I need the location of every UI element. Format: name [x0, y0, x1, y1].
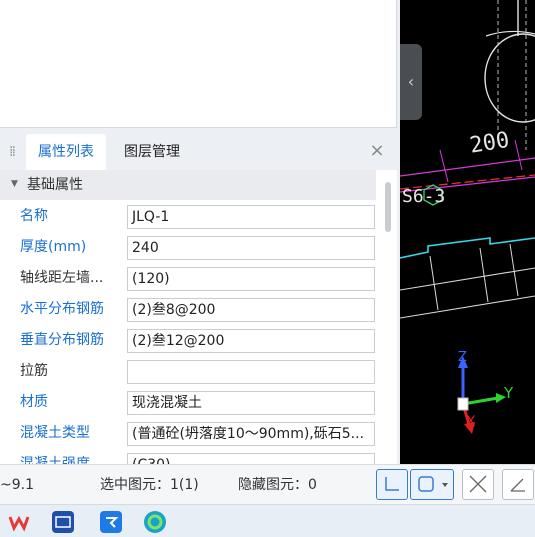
property-value-field[interactable]: 现浇混凝土: [127, 391, 375, 415]
property-row-concrete-strength[interactable]: 混凝土强度 (C30): [0, 449, 376, 464]
property-value-field[interactable]: JLQ-1: [127, 205, 375, 229]
wps-icon[interactable]: [8, 511, 30, 533]
taskbar: [0, 504, 535, 537]
property-label: 名称: [20, 208, 48, 224]
cad-app-icon[interactable]: [52, 511, 74, 533]
property-label: 混凝土强度: [20, 456, 90, 464]
property-value-field[interactable]: (2)叁12@200: [127, 329, 375, 353]
property-label: 垂直分布钢筋: [20, 332, 104, 348]
tab-property-list[interactable]: 属性列表: [26, 134, 106, 170]
panel-tab-bar: ⁞⁞ 属性列表 图层管理 ×: [0, 134, 397, 170]
drag-handle-icon[interactable]: ⁞⁞: [9, 143, 19, 161]
close-icon[interactable]: ×: [369, 142, 385, 160]
property-label: 厚度(mm): [20, 239, 87, 255]
axis-x-label: X: [466, 414, 476, 430]
group-label: 基础属性: [27, 177, 83, 193]
left-panel: ⁞⁞ 属性列表 图层管理 × ▼ 基础属性 名称 JLQ-1 厚度(mm) 24…: [0, 0, 400, 464]
upper-panel-area: [0, 0, 397, 128]
tab-layer-management[interactable]: 图层管理: [112, 134, 192, 170]
axis-label: S6-3: [402, 186, 446, 207]
property-row-thickness[interactable]: 厚度(mm) 240: [0, 232, 376, 263]
axis-y-label: Y: [504, 384, 514, 402]
property-row-axis-offset[interactable]: 轴线距左墙... (120): [0, 263, 376, 294]
app-window: ⁞⁞ 属性列表 图层管理 × ▼ 基础属性 名称 JLQ-1 厚度(mm) 24…: [0, 0, 535, 537]
group-basic-properties[interactable]: ▼ 基础属性: [0, 170, 376, 200]
property-row-vertical-rebar[interactable]: 垂直分布钢筋 (2)叁12@200: [0, 325, 376, 356]
status-bar: ~9.1 选中图元：1(1) 隐藏图元：0: [0, 464, 535, 504]
cross-icon: [469, 475, 487, 493]
property-value-field[interactable]: (C30): [127, 453, 375, 464]
snap-icon: [418, 476, 448, 492]
property-label: 材质: [20, 394, 48, 410]
property-label: 混凝土类型: [20, 425, 90, 441]
collapse-triangle-icon[interactable]: ▼: [11, 179, 18, 189]
ortho-icon: [385, 477, 399, 491]
property-value-field[interactable]: (2)叁8@200: [127, 298, 375, 322]
snap-mode-dropdown[interactable]: [410, 469, 454, 500]
property-row-concrete-type[interactable]: 混凝土类型 (普通砼(坍落度10～90mm),砾石5...: [0, 418, 376, 449]
coordinate-readout: ~9.1: [0, 477, 34, 493]
axis-z-label: Z: [458, 350, 467, 365]
collapse-panel-button[interactable]: ‹: [400, 44, 422, 120]
ortho-mode-button[interactable]: [376, 469, 408, 500]
edge-browser-icon[interactable]: [144, 511, 166, 533]
property-label: 轴线距左墙...: [20, 270, 104, 286]
angle-button[interactable]: [502, 469, 534, 500]
property-label: 拉筋: [20, 363, 48, 379]
property-row-horizontal-rebar[interactable]: 水平分布钢筋 (2)叁8@200: [0, 294, 376, 325]
property-row-material[interactable]: 材质 现浇混凝土: [0, 387, 376, 418]
angle-icon: [510, 478, 525, 492]
property-value-field[interactable]: [127, 360, 375, 384]
property-value-field[interactable]: (120): [127, 267, 375, 291]
chevron-left-icon: ‹: [407, 72, 415, 91]
property-label: 水平分布钢筋: [20, 301, 104, 317]
property-value-field[interactable]: 240: [127, 236, 375, 260]
property-row-tie-bar[interactable]: 拉筋: [0, 356, 376, 387]
vertical-scrollbar[interactable]: [385, 182, 391, 232]
property-value-field[interactable]: (普通砼(坍落度10～90mm),砾石5...: [127, 422, 375, 446]
selected-count: 选中图元：1(1): [100, 477, 199, 493]
property-grid: ▼ 基础属性 名称 JLQ-1 厚度(mm) 240 轴线距左墙... (120…: [0, 170, 397, 464]
hidden-count: 隐藏图元：0: [238, 477, 317, 493]
glodon-app-icon[interactable]: [100, 511, 122, 533]
property-row-name[interactable]: 名称 JLQ-1: [0, 201, 376, 232]
cross-select-button[interactable]: [462, 469, 494, 500]
